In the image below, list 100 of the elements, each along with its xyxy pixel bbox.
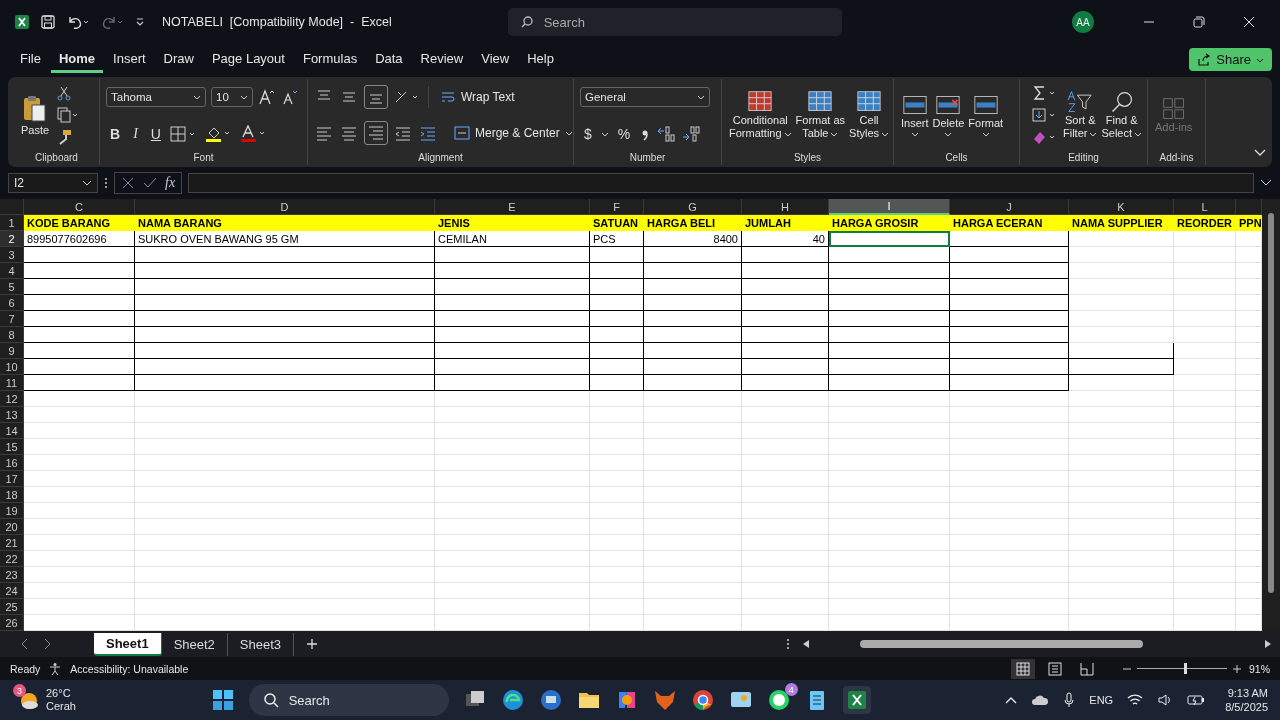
cancel-icon[interactable]	[121, 175, 135, 190]
search-field[interactable]: Search	[507, 8, 842, 37]
column-header[interactable]: L	[1174, 199, 1236, 216]
row-header[interactable]: 2	[0, 231, 24, 248]
row-header[interactable]: 26	[0, 615, 24, 632]
close-icon[interactable]	[1243, 16, 1255, 29]
number-format-field[interactable]: General	[580, 87, 710, 108]
row-header[interactable]: 11	[0, 375, 24, 392]
ribbon-tab[interactable]: View	[473, 46, 518, 73]
zoom-in-icon[interactable]	[1233, 664, 1241, 673]
column-header[interactable]: H	[742, 199, 829, 216]
scroll-right-icon[interactable]	[1264, 640, 1272, 649]
row-header[interactable]: 19	[0, 503, 24, 520]
bottom-align-icon[interactable]	[364, 85, 388, 109]
share-button[interactable]: Share	[1189, 48, 1272, 72]
next-sheet-icon[interactable]	[42, 638, 52, 651]
zoom-level[interactable]: 91%	[1249, 662, 1270, 675]
column-header[interactable]: E	[435, 199, 590, 216]
ribbon-tab[interactable]: Page Layout	[203, 46, 293, 73]
row-header[interactable]: 1	[0, 215, 24, 232]
browser-icon[interactable]	[500, 688, 525, 713]
column-header[interactable]: F	[590, 199, 644, 216]
row-header[interactable]: 23	[0, 567, 24, 584]
taskbar-search[interactable]: Search	[248, 684, 449, 717]
chrome-icon[interactable]	[690, 688, 715, 713]
column-header[interactable]: J	[950, 199, 1069, 216]
cut-icon[interactable]	[56, 85, 73, 102]
previous-sheet-icon[interactable]	[20, 638, 30, 651]
paste-button[interactable]: Paste	[20, 92, 51, 138]
sheet-tab[interactable]: Sheet1	[94, 632, 162, 656]
add-sheet-icon[interactable]	[306, 638, 319, 651]
row-header[interactable]: 16	[0, 455, 24, 472]
ribbon-tab[interactable]: Insert	[105, 46, 154, 73]
decrease-decimal-icon[interactable]	[681, 124, 702, 143]
excel-icon[interactable]	[842, 686, 871, 715]
battery-icon[interactable]	[1187, 694, 1206, 707]
underline-button[interactable]: U	[146, 125, 165, 142]
row-header[interactable]: 5	[0, 279, 24, 296]
align-right-icon[interactable]	[364, 121, 388, 146]
ribbon-tab[interactable]: Review	[412, 46, 472, 73]
row-header[interactable]: 13	[0, 407, 24, 424]
accessibility-status[interactable]: Accessibility: Unavailable	[70, 662, 189, 675]
row-header[interactable]: 3	[0, 247, 24, 264]
ribbon-tab[interactable]: Home	[50, 46, 104, 73]
save-icon[interactable]	[40, 14, 56, 31]
start-icon[interactable]	[210, 688, 235, 713]
percent-button[interactable]: %	[613, 125, 635, 142]
font-size-field[interactable]: 10	[211, 87, 253, 108]
monitor-app-icon[interactable]	[538, 688, 563, 713]
more-icon[interactable]	[786, 638, 790, 651]
sheet-tab[interactable]: Sheet3	[227, 632, 295, 656]
row-header[interactable]: 6	[0, 295, 24, 312]
row-header[interactable]: 18	[0, 487, 24, 504]
collapse-ribbon-icon[interactable]	[1254, 148, 1266, 157]
microphone-icon[interactable]	[1063, 692, 1076, 709]
scroll-left-icon[interactable]	[802, 640, 810, 649]
cells-button[interactable]: Insert	[900, 91, 930, 139]
row-header[interactable]: 15	[0, 439, 24, 456]
cloud-icon[interactable]	[1031, 693, 1050, 708]
horizontal-scrollbar[interactable]	[802, 640, 1272, 649]
row-header[interactable]: 7	[0, 311, 24, 328]
row-header[interactable]: 24	[0, 583, 24, 600]
clock-time[interactable]: 9:13 AM	[1227, 685, 1268, 701]
wrap-text-button[interactable]: Wrap Text	[434, 88, 521, 106]
row-header[interactable]: 12	[0, 391, 24, 408]
column-header[interactable]: G	[644, 199, 742, 216]
editing-button[interactable]: Sort & Filter	[1062, 89, 1099, 142]
row-header[interactable]: 25	[0, 599, 24, 616]
chevron-up-icon[interactable]	[1005, 695, 1018, 706]
styles-button[interactable]: Cell Styles	[848, 89, 891, 142]
row-header[interactable]: 22	[0, 551, 24, 568]
column-header[interactable]: I	[829, 199, 950, 216]
normal-view-icon[interactable]	[1011, 658, 1035, 679]
styles-button[interactable]: Format as Table	[794, 89, 847, 142]
formula-input[interactable]	[188, 172, 1254, 193]
cells-button[interactable]: Delete	[931, 91, 966, 139]
clock-date[interactable]: 8/5/2025	[1225, 700, 1268, 715]
merge-center-button[interactable]: Merge & Center	[448, 124, 579, 143]
bold-button[interactable]: B	[106, 125, 125, 142]
row-header[interactable]: 21	[0, 535, 24, 552]
row-header[interactable]: 14	[0, 423, 24, 440]
column-header[interactable]	[1236, 199, 1262, 216]
insert-function-button[interactable]: fx	[165, 174, 176, 191]
sheet-tab[interactable]: Sheet2	[161, 632, 228, 656]
column-header[interactable]: C	[24, 199, 135, 216]
ribbon-tab[interactable]: File	[12, 46, 49, 73]
name-box[interactable]: I2	[8, 172, 98, 193]
editing-button[interactable]: Find & Select	[1100, 89, 1144, 142]
row-header[interactable]: 8	[0, 327, 24, 344]
enter-icon[interactable]	[143, 175, 157, 190]
row-header[interactable]: 20	[0, 519, 24, 536]
increase-decimal-icon[interactable]	[656, 124, 677, 143]
user-avatar[interactable]: AA	[1072, 11, 1094, 34]
row-header[interactable]: 17	[0, 471, 24, 488]
row-header[interactable]: 10	[0, 359, 24, 376]
column-header[interactable]: D	[135, 199, 435, 216]
row-header[interactable]: 4	[0, 263, 24, 280]
ribbon-tab[interactable]: Data	[367, 46, 411, 73]
language-indicator[interactable]: ENG	[1089, 694, 1114, 707]
italic-button[interactable]: I	[129, 125, 142, 142]
